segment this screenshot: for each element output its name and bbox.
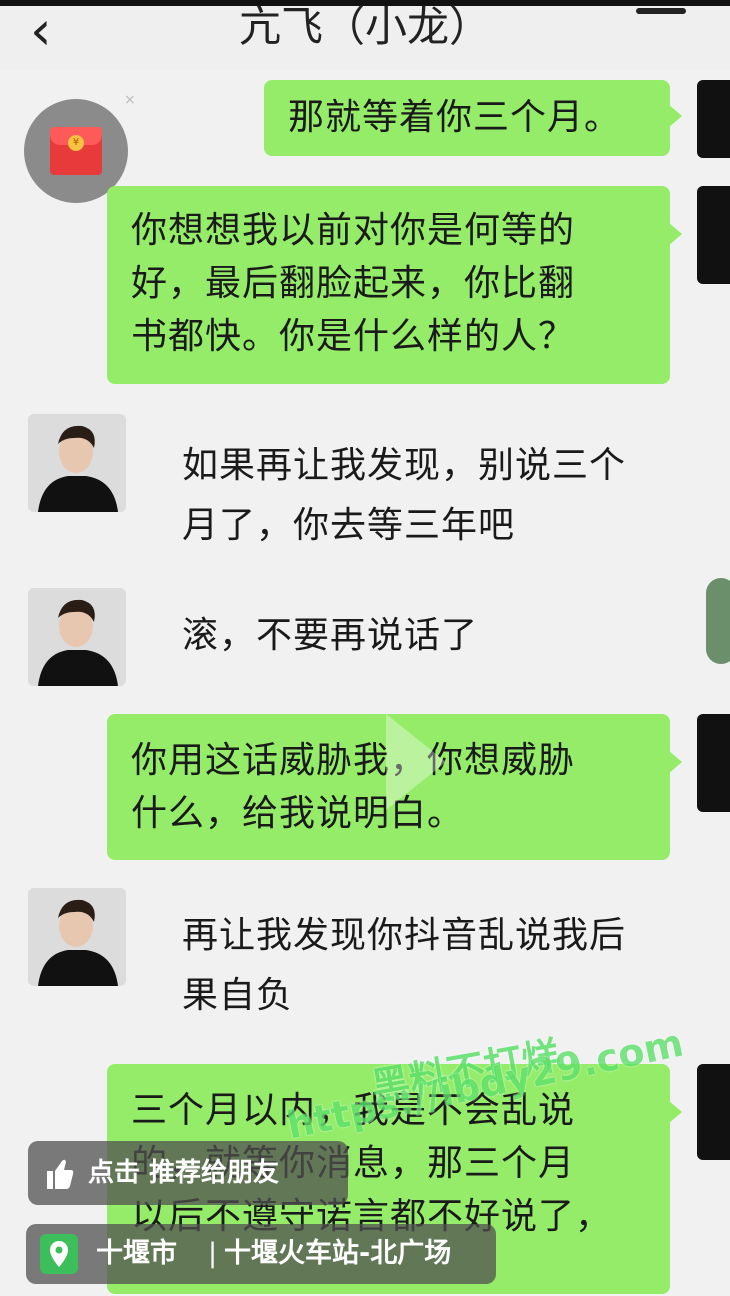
avatar-self[interactable] — [697, 80, 730, 158]
play-icon[interactable] — [386, 714, 446, 810]
avatar-self[interactable] — [697, 1064, 730, 1160]
avatar-contact[interactable] — [28, 888, 126, 986]
floating-avatar[interactable] — [706, 578, 730, 664]
coin-icon: ¥ — [68, 135, 84, 151]
chat-header: ‹ 亢飞（小龙） — [0, 0, 730, 70]
bubble-tail — [668, 222, 682, 246]
person-avatar-icon — [28, 588, 126, 686]
person-avatar-icon — [28, 888, 126, 986]
bubble-tail — [668, 750, 682, 774]
thumbs-up-icon — [44, 1141, 74, 1229]
location-tag[interactable]: 十堰市 | 十堰火车站-北广场 — [26, 1224, 496, 1284]
avatar-contact[interactable] — [28, 588, 126, 686]
close-icon[interactable]: × — [124, 92, 136, 108]
message-bubble-sent[interactable]: 你想想我以前对你是何等的 好，最后翻脸起来，你比翻 书都快。你是什么样的人？ — [107, 186, 670, 384]
person-avatar-icon — [28, 414, 126, 512]
location-place: 十堰火车站-北广场 — [224, 1238, 452, 1269]
recommend-label: 点击 推荐给朋友 — [88, 1158, 280, 1188]
message-bubble-sent[interactable]: 那就等着你三个月。 — [264, 80, 670, 156]
bubble-tail — [668, 1100, 682, 1124]
avatar-contact[interactable] — [28, 414, 126, 512]
message-bubble-received[interactable]: 如果再让我发现，别说三个 月了，你去等三年吧 — [166, 436, 706, 560]
message-bubble-received[interactable]: 再让我发现你抖音乱说我后 果自负 — [166, 906, 706, 1030]
message-bubble-received[interactable]: 滚，不要再说话了 — [166, 606, 546, 668]
location-pin-icon — [40, 1234, 78, 1296]
avatar-self[interactable] — [697, 714, 730, 812]
bubble-tail — [668, 104, 682, 128]
more-menu-icon[interactable] — [636, 8, 686, 14]
recommend-button[interactable]: 点击 推荐给朋友 — [28, 1141, 348, 1205]
location-city: 十堰市 — [96, 1238, 177, 1269]
chat-title: 亢飞（小龙） — [238, 2, 491, 51]
avatar-self[interactable] — [697, 186, 730, 284]
location-divider: | — [208, 1238, 218, 1269]
